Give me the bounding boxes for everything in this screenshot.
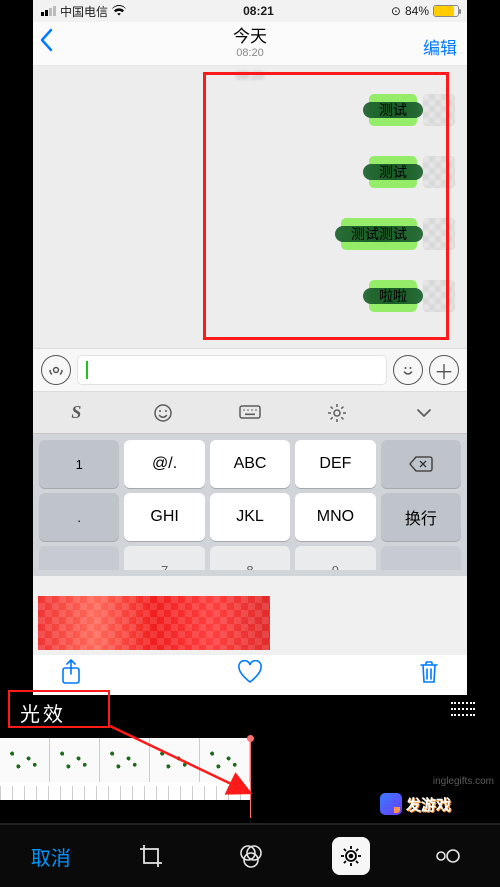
annotation-red-box-small (8, 690, 110, 728)
key-at[interactable]: @/. (124, 440, 204, 488)
watermark-small: inglegifts.com (433, 776, 494, 787)
battery-icon (433, 5, 459, 17)
phone-screenshot: 中国电信 08:21 ⊙ 84% 今天 08:20 编辑 (33, 0, 467, 687)
logo-icon (380, 793, 402, 815)
keyboard-type-icon[interactable] (239, 402, 261, 424)
key-ghi[interactable]: GHI (124, 493, 204, 541)
kb-gear-icon[interactable] (326, 402, 348, 424)
chevron-down-icon[interactable] (413, 402, 435, 424)
key-return[interactable]: 换行 (381, 493, 461, 541)
menu-icon[interactable] (451, 702, 475, 716)
watermark-logo: 发游戏 (374, 789, 494, 819)
crop-tool-icon[interactable] (132, 837, 170, 875)
nav-title: 今天 08:20 (233, 27, 267, 59)
message-input[interactable] (77, 355, 387, 385)
chat-input-bar: ＋ (33, 348, 467, 392)
alarm-icon: ⊙ (391, 4, 401, 18)
censored-red-strip (38, 596, 270, 650)
key-backspace[interactable] (381, 440, 461, 488)
more-tool-icon[interactable] (431, 837, 469, 875)
keyboard: 1 @/. ABC DEF . GHI JKL MNO 换行 7 8 9 (33, 434, 467, 576)
back-chevron-icon[interactable] (39, 28, 53, 59)
cancel-button[interactable]: 取消 (31, 842, 71, 871)
battery-pct: 84% (405, 4, 429, 18)
editor-toolbar: 取消 (0, 823, 500, 887)
photo-actions-bar (33, 655, 467, 695)
sogou-icon[interactable]: S (65, 402, 87, 424)
playhead[interactable] (250, 738, 251, 818)
heart-icon[interactable] (237, 660, 263, 690)
kb-emoji-icon[interactable] (152, 402, 174, 424)
key-dot[interactable]: . (39, 493, 119, 541)
voice-icon[interactable] (41, 355, 71, 385)
nav-subtitle: 08:20 (233, 47, 267, 60)
share-icon[interactable] (61, 659, 81, 691)
key-blank[interactable] (39, 546, 119, 570)
chat-area: 08:20 测试 测试 测试测试 啦啦 (33, 66, 467, 348)
plus-icon[interactable]: ＋ (429, 355, 459, 385)
video-timeline[interactable] (0, 738, 250, 800)
keyboard-toolbar: S (33, 392, 467, 434)
annotation-red-box (203, 72, 449, 340)
key-def[interactable]: DEF (295, 440, 375, 488)
filters-tool-icon[interactable] (232, 837, 270, 875)
watermark-text: 发游戏 (406, 794, 451, 815)
carrier-label: 中国电信 (60, 3, 108, 20)
key-jkl[interactable]: JKL (210, 493, 290, 541)
key-mno[interactable]: MNO (295, 493, 375, 541)
clock: 08:21 (243, 4, 274, 18)
status-bar: 中国电信 08:21 ⊙ 84% (33, 0, 467, 22)
key-1[interactable]: 1 (39, 440, 119, 488)
signal-icon (41, 6, 56, 16)
wifi-icon (112, 3, 126, 19)
trash-icon[interactable] (419, 660, 439, 690)
key-8[interactable]: 8 (210, 546, 290, 570)
nav-bar: 今天 08:20 编辑 (33, 22, 467, 66)
key-abc[interactable]: ABC (210, 440, 290, 488)
key-9[interactable]: 9 (295, 546, 375, 570)
key-blank2[interactable] (381, 546, 461, 570)
adjust-tool-icon[interactable] (332, 837, 370, 875)
edit-button[interactable]: 编辑 (423, 34, 457, 59)
key-7[interactable]: 7 (124, 546, 204, 570)
emoji-icon[interactable] (393, 355, 423, 385)
